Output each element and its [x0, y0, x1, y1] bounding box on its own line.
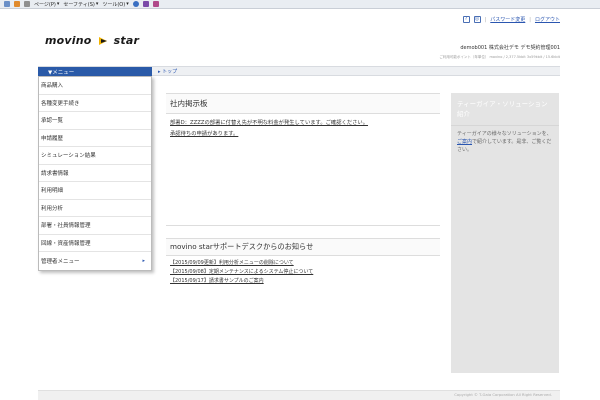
menu-item-simulation[interactable]: シミュレーション結果	[39, 147, 151, 165]
tools-menu[interactable]: ツール(O) ▾	[102, 1, 128, 8]
menu-item-label: 部署・社員情報管理	[41, 223, 91, 230]
menu-item-label: 利用分析	[41, 205, 64, 212]
menu-item-usage-detail[interactable]: 利用明細	[39, 182, 151, 200]
page-menu[interactable]: ページ(P) ▾	[34, 1, 59, 8]
footer-copyright: Copyright © T-Gaia Corporation All Right…	[38, 390, 560, 400]
menu-item-label: 回線・資産情報管理	[41, 240, 91, 247]
main-menu-dropdown: 商品購入 各種変更手続き 承認一覧 申請履歴 シミュレーション結果 請求書情報 …	[38, 76, 152, 271]
sidebar-body: ティーガイアの様々なソリューションを、ご案内で紹介しています。是非、ご覧ください…	[451, 126, 559, 158]
support-news: movino starサポートデスクからのお知らせ 【2015/09/09更新】…	[166, 238, 440, 284]
chevron-down-icon: ▾	[95, 1, 99, 7]
logout-link[interactable]: ログアウト	[535, 16, 560, 23]
home-button[interactable]	[4, 1, 10, 7]
movino-star-logo[interactable]: movino star	[45, 34, 139, 47]
password-change-link[interactable]: パスワード変更	[490, 16, 525, 23]
sidebar-title: ティーガイア・ソリューション紹介	[451, 93, 559, 126]
sidebar-text: ティーガイアの様々なソリューションを、	[457, 131, 552, 137]
feed-button[interactable]	[14, 1, 20, 7]
header-links: ? ◎ | パスワード変更 | ログアウト	[462, 16, 560, 23]
print-icon	[24, 1, 30, 7]
news-link[interactable]: 【2015/09/08】定期メンテナンスによるシステム停止について	[166, 268, 440, 275]
addon-icon	[152, 1, 159, 7]
logo-text-right: star	[113, 34, 140, 47]
menu-item-procedures[interactable]: 各種変更手続き	[39, 95, 151, 112]
feed-icon	[14, 1, 20, 7]
addon-icon	[142, 1, 149, 7]
menu-item-label: 承認一覧	[41, 118, 64, 125]
help-icon[interactable]: ?	[462, 16, 470, 23]
bulletin-link[interactable]: 承認待ちの申請があります。	[166, 129, 440, 137]
nav-bar: ▼メニュー ▸ トップ	[38, 66, 560, 76]
menu-item-label: 商品購入	[41, 83, 64, 90]
divider: |	[529, 16, 531, 23]
divider: |	[484, 16, 487, 23]
help-button[interactable]	[132, 1, 139, 7]
info-icon[interactable]: ◎	[473, 16, 481, 23]
bulletin-board-title: 社内掲示板	[166, 93, 440, 114]
menu-item-label: 申請履歴	[41, 135, 64, 142]
safety-menu[interactable]: セーフティ(S) ▾	[63, 1, 98, 8]
menu-item-admin[interactable]: 管理者メニュー ▸	[39, 252, 151, 270]
home-icon	[4, 1, 10, 7]
menu-item-label: シミュレーション結果	[41, 153, 96, 160]
bulletin-link[interactable]: 部署D：ZZZZの部署に付替え先が不明な料金が発生しています。ご確認ください。	[166, 118, 440, 126]
user-info: demob001 株式会社デモ デモ契約管理001	[460, 45, 560, 51]
usage-info: ご利用可能ポイント（年単位） movino / 2,377.5kbit 3x59…	[439, 55, 560, 59]
print-button[interactable]	[24, 1, 30, 7]
breadcrumb[interactable]: ▸ トップ	[158, 68, 177, 75]
menu-item-department[interactable]: 部署・社員情報管理	[39, 217, 151, 235]
logo-text-left: movino	[45, 34, 92, 47]
chevron-right-icon: ▸	[142, 257, 145, 264]
addon-button-1[interactable]	[142, 1, 149, 7]
chevron-down-icon: ▾	[126, 1, 129, 7]
menu-item-usage-analysis[interactable]: 利用分析	[39, 200, 151, 217]
menu-item-approvals[interactable]: 承認一覧	[39, 112, 151, 130]
sidebar-text: で紹介しています。是非、ご覧ください。	[457, 139, 552, 153]
page-menu-label: ページ(P)	[34, 1, 56, 8]
sidebar-guide-link[interactable]: ご案内	[457, 139, 472, 145]
divider	[166, 225, 440, 226]
menu-item-request-history[interactable]: 申請履歴	[39, 130, 151, 147]
menu-item-label: 各種変更手続き	[41, 100, 80, 107]
support-news-title: movino starサポートデスクからのお知らせ	[166, 238, 440, 256]
menu-item-label: 請求書情報	[41, 170, 69, 177]
solution-sidebar: ティーガイア・ソリューション紹介 ティーガイアの様々なソリューションを、ご案内で…	[451, 93, 559, 373]
safety-menu-label: セーフティ(S)	[63, 1, 95, 8]
star-logo-icon	[98, 37, 107, 45]
menu-item-label: 利用明細	[41, 188, 64, 195]
bulletin-board: 社内掲示板 部署D：ZZZZの部署に付替え先が不明な料金が発生しています。ご確認…	[166, 93, 440, 137]
menu-item-line-asset[interactable]: 回線・資産情報管理	[39, 235, 151, 252]
news-link[interactable]: 【2015/09/17】請求書サンプルのご案内	[166, 277, 440, 284]
menu-item-label: 管理者メニュー	[41, 258, 80, 265]
help-icon	[132, 1, 139, 7]
browser-toolbar: ページ(P) ▾ セーフティ(S) ▾ ツール(O) ▾	[0, 0, 600, 9]
news-link[interactable]: 【2015/09/09更新】利用分析メニューの削除について	[166, 259, 440, 266]
tools-menu-label: ツール(O)	[102, 1, 126, 8]
menu-item-invoice[interactable]: 請求書情報	[39, 165, 151, 182]
addon-button-2[interactable]	[152, 1, 159, 7]
chevron-down-icon: ▾	[56, 1, 60, 7]
menu-button[interactable]: ▼メニュー	[38, 67, 152, 76]
menu-item-purchase[interactable]: 商品購入	[39, 77, 151, 95]
